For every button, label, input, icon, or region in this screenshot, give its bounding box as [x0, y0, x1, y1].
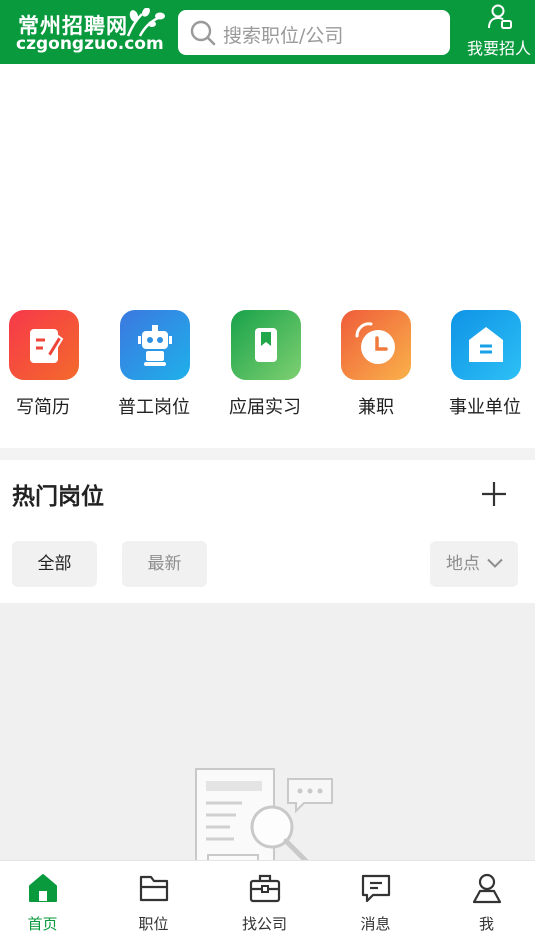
search-placeholder: 搜索职位/公司 — [223, 25, 344, 47]
category-part-time[interactable]: 兼职 — [341, 310, 441, 420]
filter-latest-button[interactable]: 最新 — [122, 541, 207, 587]
tab-messages[interactable]: 消息 — [322, 861, 429, 935]
robot-icon — [120, 310, 190, 380]
category-public-institution[interactable]: 事业单位 — [449, 310, 535, 420]
person-icon — [472, 873, 502, 904]
home-icon — [29, 874, 57, 902]
filter-location-dropdown[interactable]: 地点 — [430, 541, 518, 587]
tab-home[interactable]: 首页 — [0, 861, 96, 935]
section-divider — [0, 448, 535, 460]
bookmark-book-icon — [231, 310, 301, 380]
tab-find-company[interactable]: 找公司 — [211, 861, 318, 935]
recruit-button[interactable]: 我要招人 — [464, 2, 534, 60]
tab-label: 首页 — [27, 915, 58, 933]
tab-label: 职位 — [138, 915, 169, 933]
category-resume[interactable]: 写简历 — [9, 310, 109, 420]
hot-jobs-title: 热门岗位 — [12, 484, 104, 510]
resume-pen-icon — [9, 310, 79, 380]
building-icon — [451, 310, 521, 380]
search-icon — [190, 20, 216, 46]
top-header: 常州招聘网 czgongzuo.com 搜索职位/公司 我要招人 — [0, 0, 535, 64]
filter-all-button[interactable]: 全部 — [12, 541, 97, 587]
logo-sprig-icon — [126, 8, 165, 37]
recruit-label: 我要招人 — [466, 39, 531, 58]
chevron-down-icon — [487, 558, 503, 568]
category-general-worker[interactable]: 普工岗位 — [118, 310, 220, 420]
category-label: 事业单位 — [449, 397, 521, 418]
filter-location-label: 地点 — [446, 554, 480, 574]
tab-label: 找公司 — [241, 915, 287, 933]
tab-label: 我 — [478, 915, 494, 933]
empty-search-illustration-icon — [195, 768, 333, 861]
plus-icon[interactable] — [479, 479, 509, 509]
job-list-empty-area — [0, 603, 535, 861]
clock-icon — [341, 310, 411, 380]
category-label: 兼职 — [358, 397, 394, 418]
recruiter-icon — [488, 4, 512, 29]
category-label: 普工岗位 — [118, 397, 190, 418]
search-input[interactable]: 搜索职位/公司 — [178, 10, 450, 55]
tab-label: 消息 — [360, 915, 391, 933]
message-icon — [361, 874, 391, 903]
folder-icon — [139, 875, 169, 902]
category-label: 应届实习 — [229, 397, 301, 418]
tab-me[interactable]: 我 — [433, 861, 535, 935]
category-label: 写简历 — [16, 397, 70, 418]
briefcase-icon — [249, 874, 281, 903]
site-logo[interactable]: 常州招聘网 czgongzuo.com — [16, 8, 166, 58]
bottom-tab-bar: 首页 职位 找公司 消息 我 — [0, 860, 535, 935]
tab-jobs[interactable]: 职位 — [100, 861, 207, 935]
category-graduate-internship[interactable]: 应届实习 — [229, 310, 331, 420]
